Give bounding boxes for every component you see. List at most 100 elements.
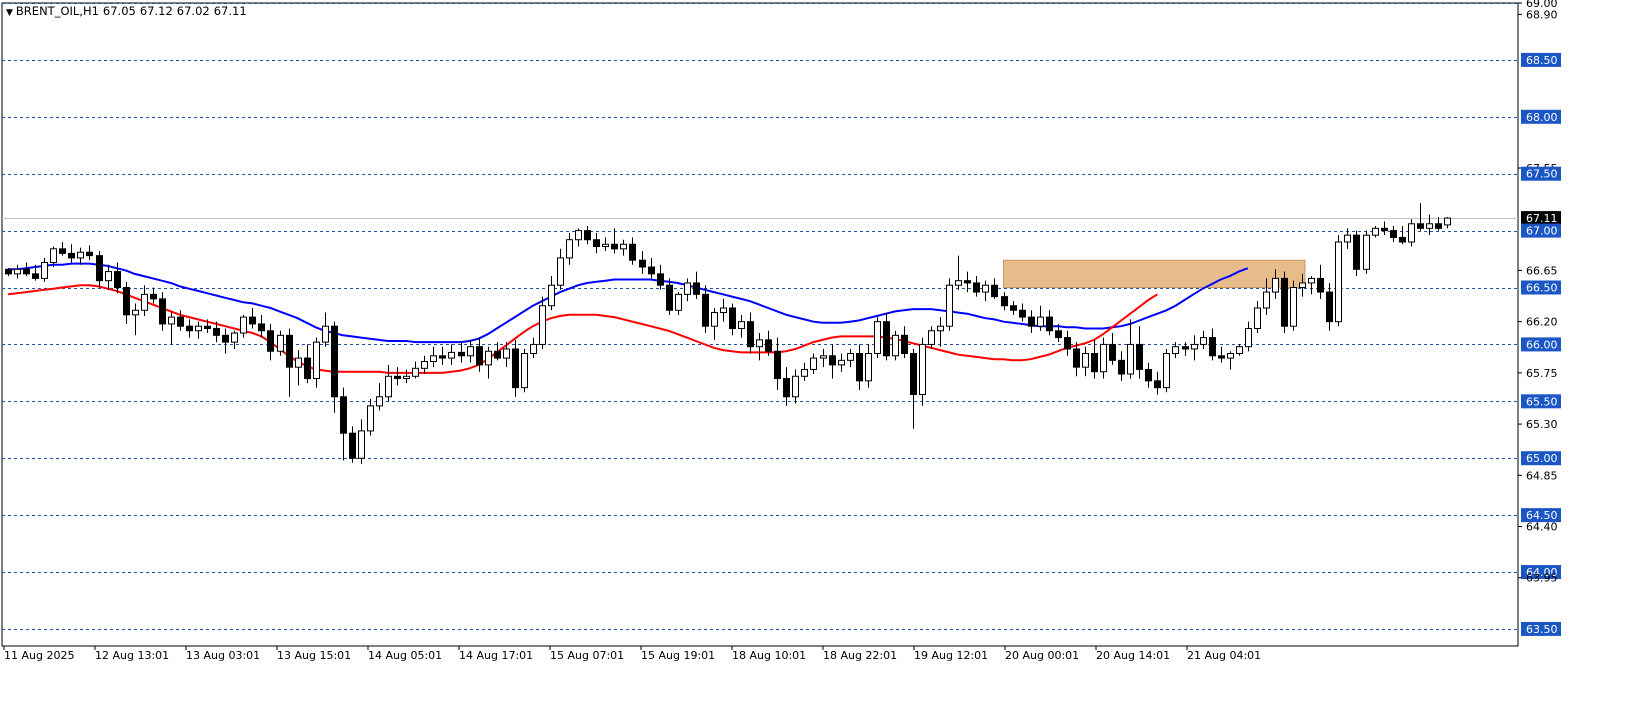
candle <box>1290 280 1297 331</box>
chart-area[interactable]: 69.0068.9068.5068.0067.5567.5067.1167.00… <box>0 0 1651 702</box>
candle-body <box>1010 305 1017 311</box>
candle-body <box>693 282 700 295</box>
y-tick-label: 66.20 <box>1526 316 1558 329</box>
candle <box>1353 230 1360 277</box>
candle-body <box>358 430 365 459</box>
candle-body <box>1290 287 1297 327</box>
candle-body <box>1344 234 1351 243</box>
candle <box>892 330 899 361</box>
candle-body <box>1172 346 1179 355</box>
level-label: 66.00 <box>1526 338 1558 351</box>
open-value: 67.05 <box>102 4 136 18</box>
x-tick-label: 13 Aug 15:01 <box>277 649 351 662</box>
candle-body <box>105 271 112 282</box>
x-tick-label: 19 Aug 12:01 <box>914 649 988 662</box>
candle-body <box>186 325 193 332</box>
candle-body <box>648 266 655 275</box>
candle-body <box>286 334 293 368</box>
dropdown-triangle-icon[interactable]: ▼ <box>6 8 13 18</box>
candle-body <box>1335 241 1342 323</box>
level-label: 67.50 <box>1526 168 1558 181</box>
candle-body <box>1191 343 1198 350</box>
candle <box>1163 348 1170 393</box>
candle-body <box>982 284 989 293</box>
candle-body <box>5 268 12 275</box>
candle-body <box>1019 309 1026 318</box>
candle-body <box>919 343 926 395</box>
candle-body <box>150 293 157 300</box>
candle-body <box>1444 217 1451 226</box>
candle-body <box>820 355 827 359</box>
x-tick-label: 20 Aug 14:01 <box>1096 649 1170 662</box>
candle-body <box>774 350 781 380</box>
candle-body <box>629 243 636 261</box>
candle-body <box>1227 353 1234 359</box>
candle-body <box>177 316 184 327</box>
candle-body <box>439 355 446 359</box>
x-tick-label: 13 Aug 03:01 <box>186 649 260 662</box>
candle <box>521 348 528 393</box>
candle-body <box>485 350 492 366</box>
candle-body <box>1073 348 1080 368</box>
candle-body <box>421 360 428 369</box>
candle-body <box>86 251 93 257</box>
candle-body <box>132 309 139 316</box>
candle-body <box>620 243 627 250</box>
candle-body <box>1263 291 1270 309</box>
candle-body <box>1317 277 1324 293</box>
candle-body <box>684 282 691 295</box>
candle-body <box>114 271 121 289</box>
candle-body <box>1390 230 1397 238</box>
candle-body <box>1299 282 1306 289</box>
candle-body <box>783 378 790 398</box>
candle-body <box>159 298 166 325</box>
candle-body <box>494 350 501 359</box>
candle-body <box>1372 227 1379 236</box>
candle-body <box>367 405 374 432</box>
candle-body <box>1118 359 1125 375</box>
candle-body <box>1163 353 1170 389</box>
candle-body <box>602 243 609 248</box>
candle-body <box>1182 346 1189 350</box>
candle-body <box>892 334 899 357</box>
candle-body <box>1127 343 1134 375</box>
candle-body <box>901 334 908 355</box>
x-tick-label: 18 Aug 22:01 <box>823 649 897 662</box>
candle-body <box>32 273 39 279</box>
candle-body <box>1064 337 1071 350</box>
x-tick-label: 14 Aug 05:01 <box>368 649 442 662</box>
candle-body <box>1281 277 1288 327</box>
candle-body <box>928 330 935 345</box>
price-chart[interactable]: 69.0068.9068.5068.0067.5567.5067.1167.00… <box>0 0 1651 702</box>
candle-body <box>1046 316 1053 332</box>
candle-body <box>874 321 881 355</box>
candle-body <box>702 293 709 327</box>
candle-body <box>295 357 302 368</box>
level-label: 63.50 <box>1526 623 1558 636</box>
high-value: 67.12 <box>139 4 173 18</box>
candle-body <box>59 248 66 254</box>
candle-body <box>50 248 57 263</box>
candle-body <box>847 353 854 361</box>
level-label: 68.50 <box>1526 54 1558 67</box>
candle-body <box>792 375 799 398</box>
candle <box>1335 235 1342 327</box>
candle-body <box>557 257 564 286</box>
candle-body <box>991 284 998 298</box>
candle-body <box>467 346 474 357</box>
y-tick-label: 65.30 <box>1526 418 1558 431</box>
candle-body <box>747 321 754 348</box>
candle-body <box>1145 368 1152 382</box>
candle-body <box>639 259 646 268</box>
level-label: 65.50 <box>1526 395 1558 408</box>
candle-body <box>955 280 962 286</box>
candle <box>1281 271 1288 334</box>
candle-body <box>566 239 573 259</box>
candle-body <box>720 307 727 314</box>
y-tick-label: 66.65 <box>1526 264 1558 277</box>
candle <box>1363 230 1370 274</box>
candle-body <box>1236 346 1243 355</box>
candle-body <box>1245 327 1252 348</box>
y-tick-label: 65.75 <box>1526 367 1558 380</box>
candle-body <box>593 239 600 248</box>
